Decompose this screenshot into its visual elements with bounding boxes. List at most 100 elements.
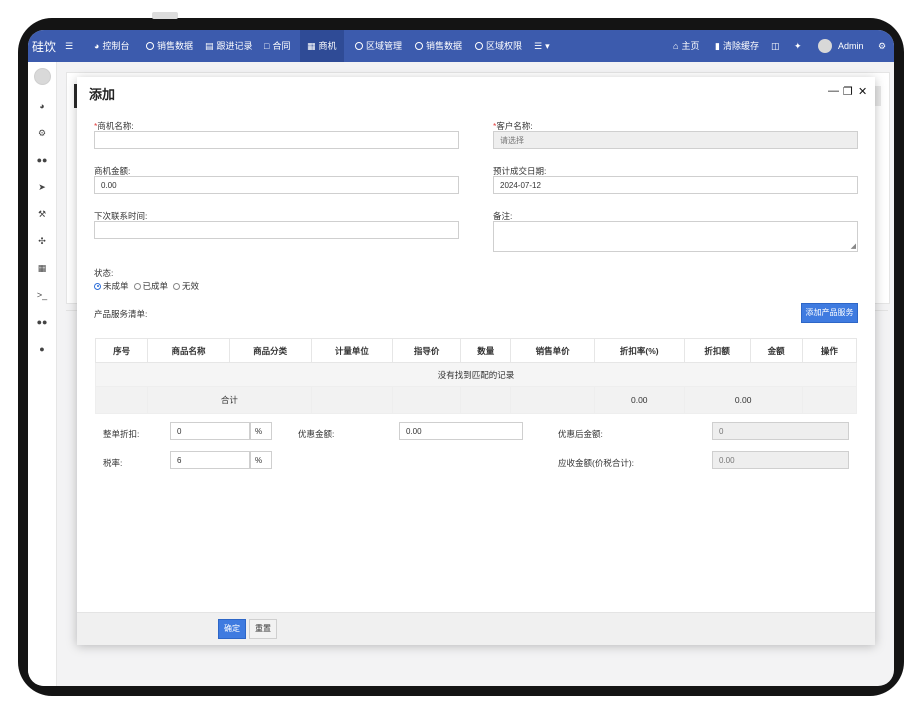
clear-cache-button[interactable]: ▮ 清除缓存 [715, 30, 759, 62]
home-link-label: 主页 [681, 41, 700, 51]
percent-addon: % [250, 422, 272, 440]
circle-icon [475, 42, 483, 50]
nav-item-label: 区域管理 [366, 41, 403, 51]
opportunity-name-label-text: 商机名称: [97, 121, 134, 131]
total-label: 合计 [147, 386, 312, 414]
column-header[interactable]: 商品分类 [228, 338, 312, 363]
customer-name-label-text: 客户名称: [496, 121, 533, 131]
total-cell [510, 386, 595, 414]
hamburger-icon: ☰ [65, 40, 74, 51]
fullscreen-button[interactable]: ✦ [794, 30, 802, 62]
document-icon: □ [264, 40, 270, 51]
dialog-footer: 确定 重置 [77, 612, 875, 645]
remark-textarea[interactable]: ◢ [493, 221, 858, 252]
status-radio-pending[interactable] [94, 282, 101, 290]
status-label: 状态: [94, 268, 114, 278]
empty-message: 没有找到匹配的记录 [95, 362, 857, 387]
circle-icon [146, 42, 154, 50]
whole-discount-input[interactable]: 0 [170, 422, 250, 440]
column-header[interactable]: 操作 [801, 338, 858, 363]
users-icon[interactable]: ●● [28, 155, 56, 165]
fullscreen-icon: ✦ [794, 40, 802, 51]
resize-handle-icon[interactable]: ◢ [851, 243, 856, 250]
nav-item-label: 销售数据 [157, 41, 194, 51]
avatar [818, 39, 832, 53]
circle-icon [415, 42, 423, 50]
status-option-label: 未成单 [103, 281, 129, 291]
reset-button[interactable]: 重置 [249, 619, 277, 639]
dialog-title: 添加 [89, 87, 116, 102]
users-icon[interactable]: ●● [28, 317, 56, 327]
user-icon[interactable]: ● [28, 344, 56, 354]
nav-item-region-management[interactable]: 区域管理 [351, 30, 406, 62]
dashboard-icon[interactable]: ◕ [28, 101, 56, 111]
close-icon: ✕ [858, 86, 868, 98]
close-button[interactable]: ✕ [858, 85, 867, 98]
customer-select[interactable]: 请选择 [493, 131, 858, 149]
table-empty-row: 没有找到匹配的记录 [95, 362, 857, 387]
nav-item-dashboard[interactable]: ◕ 控制台 [90, 30, 133, 62]
settings-button[interactable]: ⚙ [878, 30, 886, 62]
terminal-icon[interactable]: >_ [28, 290, 56, 300]
nav-item-label: 区域权限 [486, 41, 523, 51]
column-header[interactable]: 销售单价 [510, 338, 595, 363]
trash-icon: ▮ [715, 40, 720, 51]
next-contact-input[interactable] [94, 221, 459, 239]
column-header[interactable]: 折扣额 [683, 338, 751, 363]
home-icon: ⌂ [673, 40, 679, 51]
total-cell [310, 386, 394, 414]
status-radio-group: 未成单 已成单 无效 [94, 280, 199, 292]
add-product-button[interactable]: 添加产品服务 [801, 303, 858, 323]
products-label: 产品服务清单: [94, 309, 148, 319]
discount-amount-input[interactable]: 0.00 [399, 422, 523, 440]
opportunity-name-input[interactable] [94, 131, 459, 149]
tax-rate-input[interactable]: 6 [170, 451, 250, 469]
caret-down-icon: ▾ [545, 40, 550, 51]
nav-item-follow-records[interactable]: ▤ 跟进记录 [201, 30, 257, 62]
gear-icon[interactable]: ⚙ [28, 128, 56, 139]
percent-addon: % [250, 451, 272, 469]
add-opportunity-dialog: 添加 — ❐ ✕ *商机名称: *客户名称: 请选择 商机金额: 0.00 预计… [77, 77, 875, 645]
dashboard-icon: ◕ [94, 40, 100, 51]
menu-toggle-button[interactable]: ☰ [65, 30, 73, 62]
rocket-icon[interactable]: ➤ [28, 182, 56, 193]
confirm-button[interactable]: 确定 [218, 619, 246, 639]
clear-cache-label: 清除缓存 [722, 41, 759, 51]
language-button[interactable]: ◫ [771, 30, 780, 62]
home-link[interactable]: ⌂ 主页 [673, 30, 699, 62]
user-name: Admin [838, 41, 864, 51]
nav-item-opportunities[interactable]: ▦ 商机 [300, 30, 344, 62]
nav-more-dropdown[interactable]: ☰ ▾ [534, 30, 550, 62]
column-header[interactable]: 计量单位 [310, 338, 394, 363]
nav-item-label: 合同 [272, 41, 291, 51]
wrench-icon[interactable]: ⚒ [28, 209, 56, 220]
maximize-icon: ❐ [843, 86, 853, 98]
table-header-row: 序号 商品名称 商品分类 计量单位 指导价 数量 销售单价 折扣率(%) 折扣额… [94, 338, 858, 363]
column-header[interactable]: 序号 [94, 338, 149, 363]
nav-item-label: 跟进记录 [216, 41, 253, 51]
nav-item-sales-data[interactable]: 销售数据 [142, 30, 197, 62]
user-menu[interactable]: Admin [818, 30, 864, 62]
sidebar-avatar[interactable] [34, 68, 51, 85]
column-header[interactable]: 数量 [460, 338, 512, 363]
maximize-button[interactable]: ❐ [843, 85, 853, 98]
status-radio-invalid[interactable] [173, 282, 181, 290]
brand-logo[interactable]: 硅饮 [32, 38, 56, 55]
nav-item-label: 商机 [318, 41, 337, 51]
after-discount-input: 0 [712, 422, 849, 440]
nav-item-contracts[interactable]: □ 合同 [260, 30, 294, 62]
magic-wand-icon[interactable]: ✣ [28, 236, 56, 247]
amount-input[interactable]: 0.00 [94, 176, 459, 194]
status-radio-closed[interactable] [133, 282, 141, 290]
column-header[interactable]: 指导价 [392, 338, 462, 363]
expected-date-input[interactable]: 2024-07-12 [493, 176, 858, 194]
gear-icon: ⚙ [878, 40, 887, 51]
column-header[interactable]: 金额 [749, 338, 803, 363]
calculator-icon[interactable]: ▦ [28, 263, 56, 274]
column-header[interactable]: 商品名称 [147, 338, 230, 363]
nav-item-region-permissions[interactable]: 区域权限 [471, 30, 526, 62]
column-header[interactable]: 折扣率(%) [593, 338, 685, 363]
nav-item-sales-data-2[interactable]: 销售数据 [411, 30, 466, 62]
receivable-label: 应收金额(价税合计): [558, 458, 635, 468]
minimize-button[interactable]: — [828, 85, 839, 97]
